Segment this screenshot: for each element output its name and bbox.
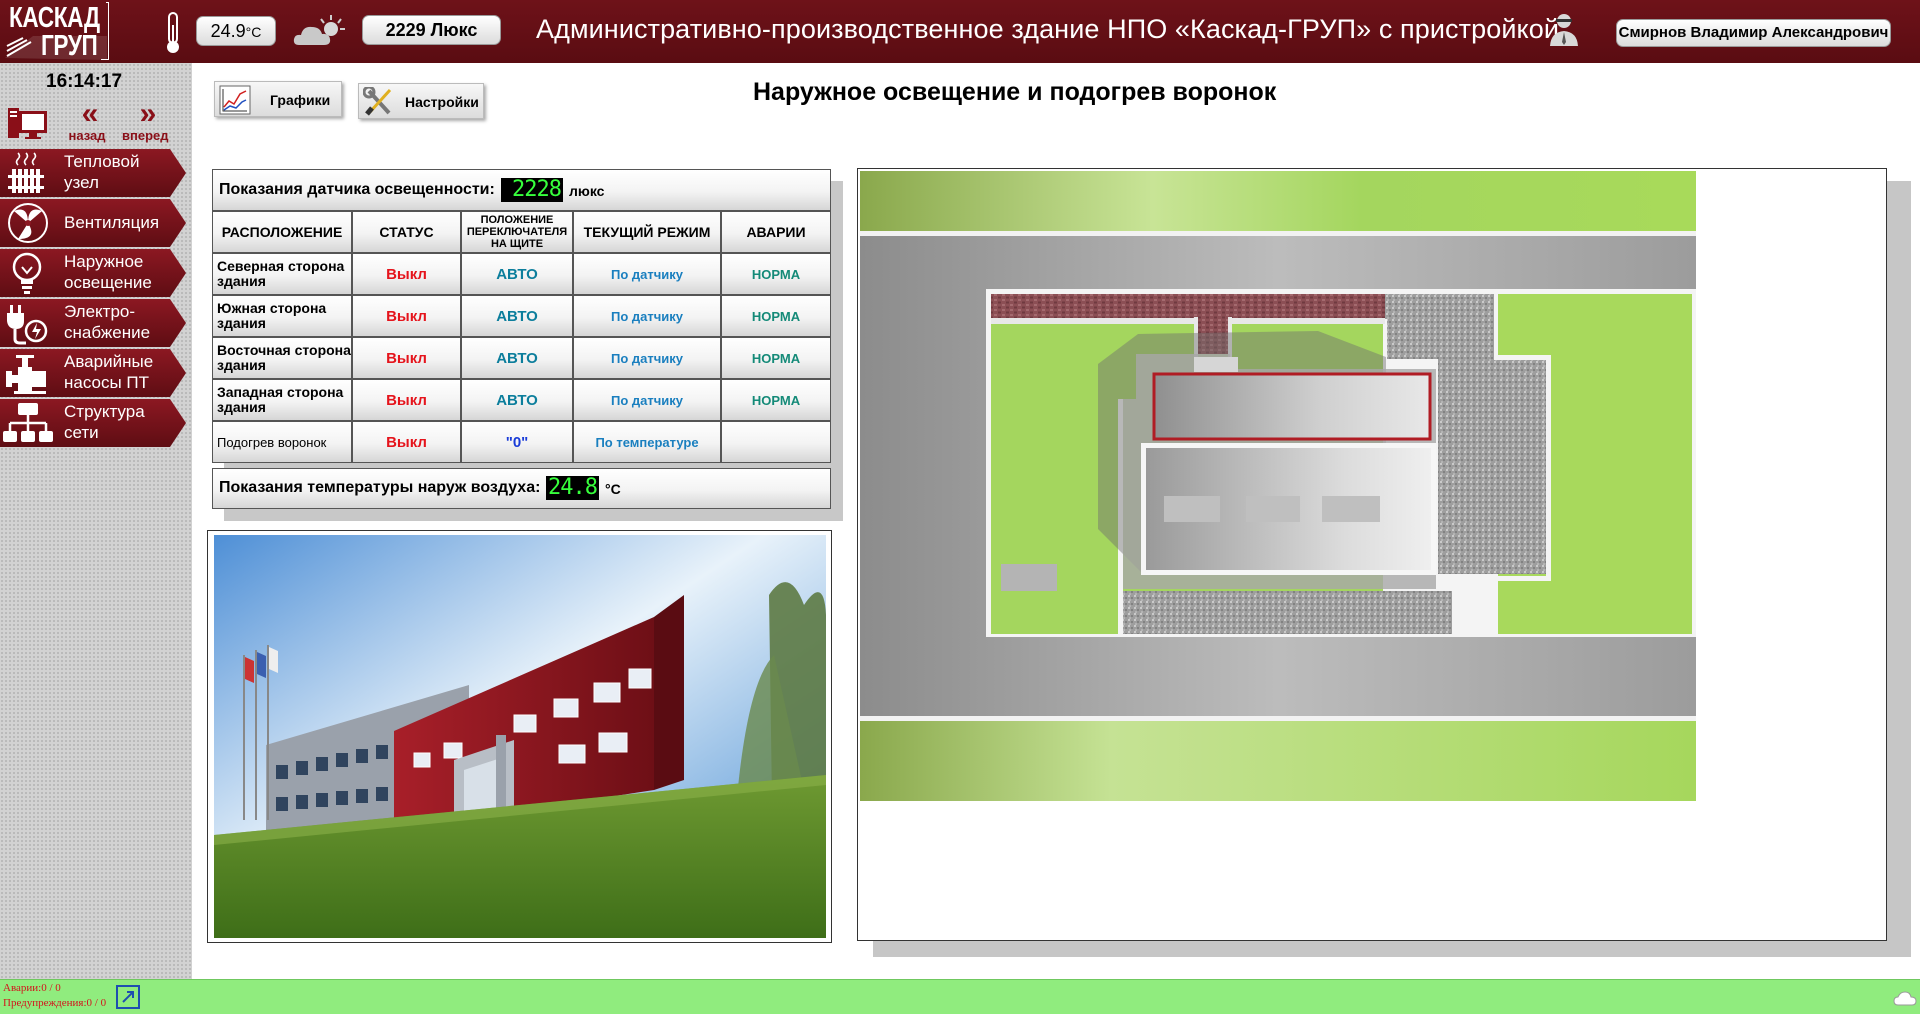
double-chevron-right-icon: » xyxy=(139,97,157,130)
forward-label: вперед xyxy=(122,128,169,143)
warnings-label: Предупреждения: xyxy=(3,997,87,1009)
row-mode[interactable]: По датчику xyxy=(573,337,721,379)
logo-line-2: ГРУП xyxy=(41,30,98,62)
header-status: СТАТУС xyxy=(352,211,461,253)
settings-button[interactable]: Настройки xyxy=(358,83,484,119)
alarms-label: Аварии: xyxy=(3,982,42,994)
back-label: назад xyxy=(68,128,106,143)
user-name-display[interactable]: Смирнов Владимир Александрович xyxy=(1616,19,1891,47)
air-temp-label: Показания температуры наруж воздуха: xyxy=(219,479,541,496)
row-alarm: НОРМА xyxy=(721,337,831,379)
lighting-status-panel: Показания датчика освещенности: 2228 люк… xyxy=(212,169,843,521)
row-status[interactable]: Выкл xyxy=(352,337,461,379)
wrench-screwdriver-icon xyxy=(363,87,392,116)
row-switch: АВТО xyxy=(461,337,573,379)
row-alarm: НОРМА xyxy=(721,253,831,295)
row-alarm xyxy=(721,421,831,463)
clock: 16:14:17 xyxy=(46,71,123,92)
header-current-mode: ТЕКУЩИЙ РЕЖИМ xyxy=(573,211,721,253)
building-photo xyxy=(214,535,826,938)
header-bar: КАСКАД ГРУП 24.9°С 2229 Люкс Администрат… xyxy=(0,0,1920,63)
sidebar-item-heating[interactable]: Тепловой узел xyxy=(0,149,186,197)
row-mode[interactable]: По температуре xyxy=(573,421,721,463)
building-title: Административно-производственное здание … xyxy=(536,14,1560,44)
network-icon xyxy=(3,403,53,442)
row-mode[interactable]: По датчику xyxy=(573,295,721,337)
sidebar-item-label: Аварийные насосы ПТ xyxy=(64,352,154,392)
lux-sensor-label: Показания датчика освещенности: xyxy=(219,181,495,198)
row-location: Западная сторона здания xyxy=(212,379,352,421)
outdoor-temp-display: 24.9°С xyxy=(196,16,276,46)
monitor-icon[interactable] xyxy=(7,105,49,141)
nav-row: « назад » вперед xyxy=(0,99,192,145)
illuminance-display: 2229 Люкс xyxy=(362,15,501,45)
sidebar-item-label: Тепловой узел xyxy=(64,152,140,192)
sidebar-item-label: Вентиляция xyxy=(64,213,160,232)
page-title: Наружное освещение и подогрев воронок xyxy=(753,78,1277,106)
warnings-counter[interactable]: Предупреждения:0 / 0 xyxy=(3,997,106,1009)
company-logo[interactable]: КАСКАД ГРУП xyxy=(3,2,109,62)
user-icon[interactable] xyxy=(1546,12,1582,48)
row-status[interactable]: Выкл xyxy=(352,421,461,463)
air-temp-row: Показания температуры наруж воздуха: 24.… xyxy=(212,468,831,509)
lux-sensor-value: 2228 xyxy=(501,178,563,202)
alarms-value: 0 / 0 xyxy=(41,982,61,994)
fan-icon xyxy=(8,203,48,243)
lightbulb-icon xyxy=(12,252,42,294)
row-alarm: НОРМА xyxy=(721,379,831,421)
sidebar: 16:14:17 « назад » вперед Тепловой узел xyxy=(0,63,192,979)
row-location: Подогрев воронок xyxy=(212,421,352,463)
row-switch: АВТО xyxy=(461,295,573,337)
sidebar-item-outdoor-lighting[interactable]: Наружное освещение xyxy=(0,249,186,297)
warnings-value: 0 / 0 xyxy=(86,997,107,1009)
row-location: Южная сторона здания xyxy=(212,295,352,337)
double-chevron-left-icon: « xyxy=(81,97,99,130)
settings-label: Настройки xyxy=(405,94,479,110)
row-switch: "0" xyxy=(461,421,573,463)
header-switch-position: ПОЛОЖЕНИЕ ПЕРЕКЛЮЧАТЕЛЯ НА ЩИТЕ xyxy=(461,211,573,253)
graphs-button[interactable]: Графики xyxy=(214,81,342,117)
lux-sensor-unit: люкс xyxy=(569,183,605,199)
outdoor-temp-unit: °С xyxy=(245,24,262,40)
thermometer-icon xyxy=(167,12,179,53)
sidebar-item-label: Электро-снабжение xyxy=(64,302,151,342)
chart-icon xyxy=(219,85,251,115)
row-mode[interactable]: По датчику xyxy=(573,253,721,295)
row-alarm: НОРМА xyxy=(721,295,831,337)
sidebar-item-label: Структура сети xyxy=(64,402,145,442)
plug-icon xyxy=(7,305,48,345)
forward-button[interactable]: » вперед xyxy=(122,97,169,145)
row-status[interactable]: Выкл xyxy=(352,295,461,337)
status-bar: Аварии:0 / 0 Предупреждения:0 / 0 xyxy=(0,979,1920,1014)
radiator-icon xyxy=(8,152,44,193)
cloud-sun-icon xyxy=(293,15,345,45)
air-temp-unit: °C xyxy=(605,481,621,497)
outdoor-temp-value: 24.9 xyxy=(210,21,246,41)
cloud-icon[interactable] xyxy=(1893,990,1917,1006)
sidebar-item-power-supply[interactable]: Электро-снабжение xyxy=(0,299,186,347)
alarms-counter[interactable]: Аварии:0 / 0 xyxy=(3,982,61,994)
air-temp-value: 24.8 xyxy=(546,476,599,500)
row-switch: АВТО xyxy=(461,253,573,295)
row-status[interactable]: Выкл xyxy=(352,253,461,295)
sidebar-item-label: Наружное освещение xyxy=(64,252,152,292)
expand-icon[interactable] xyxy=(115,984,141,1010)
row-switch: АВТО xyxy=(461,379,573,421)
sidebar-item-ventilation[interactable]: Вентиляция xyxy=(0,199,186,247)
header-alarms: АВАРИИ xyxy=(721,211,831,253)
row-mode[interactable]: По датчику xyxy=(573,379,721,421)
row-location: Восточная сторона здания xyxy=(212,337,352,379)
sidebar-item-emergency-pumps[interactable]: Аварийные насосы ПТ xyxy=(0,349,186,397)
site-plan xyxy=(857,168,1887,941)
sidebar-item-network-structure[interactable]: Структура сети xyxy=(0,399,186,447)
building-photo-frame xyxy=(207,530,832,943)
graphs-label: Графики xyxy=(270,92,331,108)
row-status[interactable]: Выкл xyxy=(352,379,461,421)
pump-icon xyxy=(6,355,46,394)
back-button[interactable]: « назад xyxy=(64,99,110,145)
row-location: Северная сторона здания xyxy=(212,253,352,295)
header-location: РАСПОЛОЖЕНИЕ xyxy=(212,211,352,253)
lux-sensor-row: Показания датчика освещенности: 2228 люк… xyxy=(212,169,831,211)
